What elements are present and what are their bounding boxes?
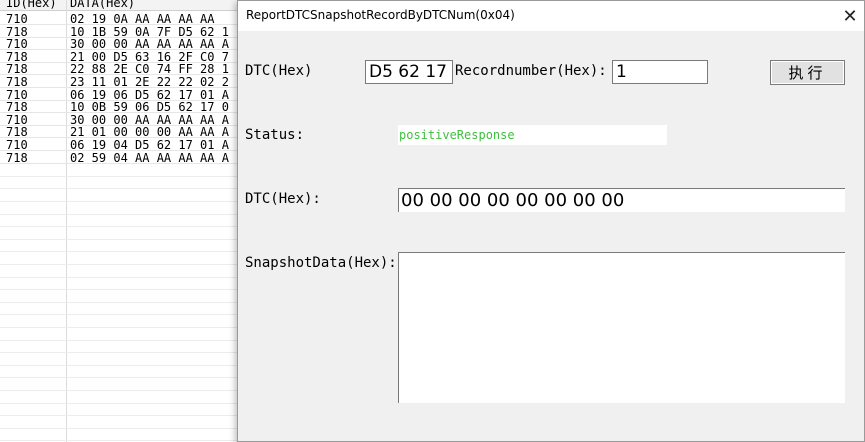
row-data-cell: 21 00 D5 63 16 2F C0 7 xyxy=(70,49,229,64)
status-value: positiveResponse xyxy=(398,125,667,145)
row-data-cell: 23 11 01 2E 22 22 02 2 xyxy=(70,75,229,89)
status-label: Status: xyxy=(245,127,305,143)
dtc-input-field[interactable]: D5 62 17 xyxy=(365,60,453,84)
row-data-cell: 06 19 06 D5 62 17 01 A xyxy=(70,87,229,102)
row-data-cell: 02 59 04 AA AA AA AA A xyxy=(70,150,229,165)
recordnumber-label: Recordnumber(Hex): xyxy=(455,63,607,79)
column-header-id[interactable]: ID(Hex) xyxy=(6,0,57,9)
snapshot-data-label: SnapshotData(Hex): xyxy=(245,255,397,271)
row-id-cell: 710 xyxy=(6,138,28,152)
row-id-cell: 718 xyxy=(6,24,28,39)
row-data-cell: 21 01 00 00 00 AA AA A xyxy=(70,125,229,140)
row-data-cell: 22 88 2E C0 74 FF 28 1 xyxy=(70,62,229,77)
row-id-cell: 718 xyxy=(6,62,28,77)
dialog-titlebar[interactable]: ReportDTCSnapshotRecordByDTCNum(0x04) ✕ xyxy=(238,1,864,31)
row-data-cell: 30 00 00 AA AA AA AA A xyxy=(70,112,229,127)
row-id-cell: 718 xyxy=(6,49,28,64)
close-icon: ✕ xyxy=(842,5,858,27)
row-data-cell: 10 0B 59 06 D5 62 17 0 xyxy=(70,100,229,115)
dialog-title: ReportDTCSnapshotRecordByDTCNum(0x04) xyxy=(246,8,515,22)
row-id-cell: 718 xyxy=(6,75,28,89)
report-dtc-snapshot-dialog: ReportDTCSnapshotRecordByDTCNum(0x04) ✕ … xyxy=(237,0,865,442)
dtc-input-label: DTC(Hex) xyxy=(245,63,313,79)
close-button[interactable]: ✕ xyxy=(836,1,864,31)
dtc-output-field[interactable]: 00 00 00 00 00 00 00 00 xyxy=(398,188,845,212)
row-id-cell: 710 xyxy=(6,87,28,102)
row-data-cell: 02 19 0A AA AA AA AA xyxy=(70,12,215,26)
recordnumber-input-field[interactable]: 1 xyxy=(612,60,708,84)
snapshot-data-textarea[interactable] xyxy=(398,252,845,403)
row-data-cell: 06 19 04 D5 62 17 01 A xyxy=(70,138,229,152)
dtc-output-label: DTC(Hex): xyxy=(245,191,321,207)
row-data-cell: 30 00 00 AA AA AA AA A xyxy=(70,37,229,52)
row-id-cell: 718 xyxy=(6,100,28,115)
row-id-cell: 718 xyxy=(6,125,28,140)
column-header-data[interactable]: DATA(Hex) xyxy=(70,0,135,9)
row-id-cell: 710 xyxy=(6,37,28,52)
execute-button[interactable]: 执行 xyxy=(770,60,845,85)
row-id-cell: 710 xyxy=(6,12,28,26)
row-id-cell: 718 xyxy=(6,150,28,165)
row-id-cell: 710 xyxy=(6,112,28,127)
row-data-cell: 10 1B 59 0A 7F D5 62 1 xyxy=(70,24,229,39)
